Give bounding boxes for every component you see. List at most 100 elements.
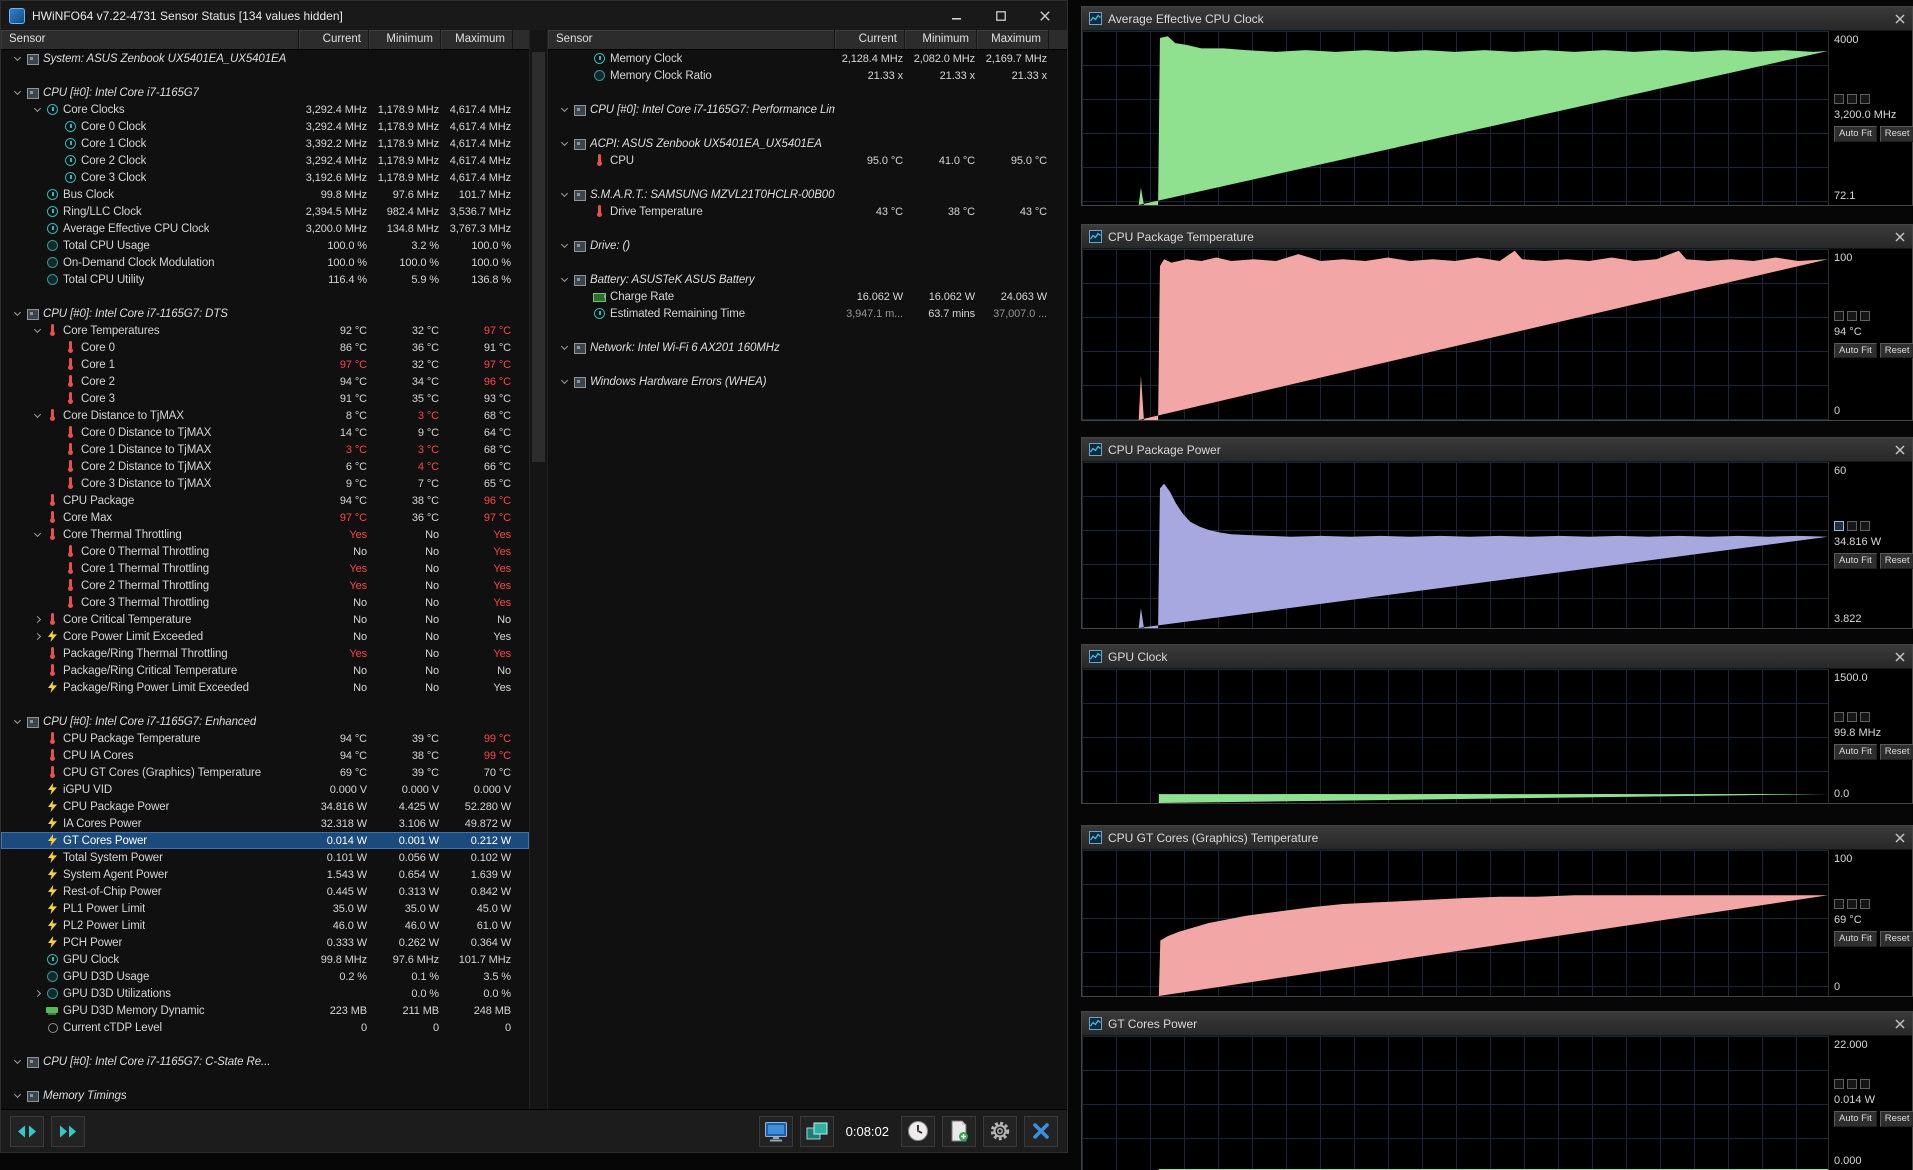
sensor-row[interactable]: CPU IA Cores94 °C38 °C99 °C: [1, 747, 529, 764]
sensor-row[interactable]: Core 3 Clock3,192.6 MHz1,178.9 MHz4,617.…: [1, 169, 529, 186]
sensor-group-row[interactable]: CPU [#0]: Intel Core i7-1165G7: Performa…: [548, 101, 1067, 118]
sensor-row[interactable]: GPU D3D Usage0.2 %0.1 %3.5 %: [1, 968, 529, 985]
collapse-chevron-icon[interactable]: [9, 1087, 25, 1104]
close-icon[interactable]: [1895, 445, 1905, 455]
close-sensors-button[interactable]: [1024, 1116, 1058, 1147]
sensor-windows-button[interactable]: [800, 1116, 834, 1147]
sensor-row[interactable]: Memory Clock Ratio21.33 x21.33 x21.33 x: [548, 67, 1067, 84]
sensor-group-row[interactable]: ACPI: ASUS Zenbook UX5401EA_UX5401EA: [548, 135, 1067, 152]
sensor-row[interactable]: Core 1 Thermal ThrottlingYesNoYes: [1, 560, 529, 577]
sensor-group-row[interactable]: Memory Timings: [1, 1087, 529, 1104]
sensor-row[interactable]: Package/Ring Critical TemperatureNoNoNo: [1, 662, 529, 679]
style-button[interactable]: [1860, 1079, 1870, 1089]
style-button[interactable]: [1860, 311, 1870, 321]
close-icon[interactable]: [1895, 14, 1905, 24]
sensor-row[interactable]: Core 2 Thermal ThrottlingYesNoYes: [1, 577, 529, 594]
column-headers[interactable]: Sensor Current Minimum Maximum: [548, 30, 1067, 50]
sensor-row[interactable]: Core 294 °C34 °C96 °C: [1, 373, 529, 390]
sensor-row[interactable]: CPU Package Power34.816 W4.425 W52.280 W: [1, 798, 529, 815]
graph-titlebar[interactable]: GPU Clock: [1082, 645, 1912, 669]
collapse-chevron-icon[interactable]: [29, 101, 45, 118]
sensor-row[interactable]: Core Temperatures92 °C32 °C97 °C: [1, 322, 529, 339]
sensor-group-row[interactable]: Network: Intel Wi-Fi 6 AX201 160MHz: [548, 339, 1067, 356]
sensor-row[interactable]: Ring/LLC Clock2,394.5 MHz982.4 MHz3,536.…: [1, 203, 529, 220]
minimize-button[interactable]: [935, 1, 979, 30]
close-icon[interactable]: [1895, 1019, 1905, 1029]
sensor-row[interactable]: Core 197 °C32 °C97 °C: [1, 356, 529, 373]
sensor-row[interactable]: Package/Ring Thermal ThrottlingYesNoYes: [1, 645, 529, 662]
sensor-row[interactable]: Core Critical TemperatureNoNoNo: [1, 611, 529, 628]
sensor-row[interactable]: Core 391 °C35 °C93 °C: [1, 390, 529, 407]
sensor-row[interactable]: Core 3 Thermal ThrottlingNoNoYes: [1, 594, 529, 611]
sensor-row[interactable]: Bus Clock99.8 MHz97.6 MHz101.7 MHz: [1, 186, 529, 203]
expand-chevron-icon[interactable]: [29, 985, 45, 1002]
sensor-group-row[interactable]: CPU [#0]: Intel Core i7-1165G7: [1, 84, 529, 101]
style-button[interactable]: [1847, 311, 1857, 321]
style-button[interactable]: [1847, 899, 1857, 909]
settings-button[interactable]: [983, 1116, 1017, 1147]
scrollbar-thumb[interactable]: [532, 52, 545, 462]
collapse-chevron-icon[interactable]: [9, 305, 25, 322]
sensor-row[interactable]: PL2 Power Limit46.0 W46.0 W61.0 W: [1, 917, 529, 934]
sensor-row[interactable]: Average Effective CPU Clock3,200.0 MHz13…: [1, 220, 529, 237]
collapse-chevron-icon[interactable]: [29, 526, 45, 543]
sensor-row[interactable]: PCH Power0.333 W0.262 W0.364 W: [1, 934, 529, 951]
auto-fit-button[interactable]: Auto Fit: [1834, 126, 1877, 141]
sensor-row[interactable]: Memory Clock2,128.4 MHz2,082.0 MHz2,169.…: [548, 50, 1067, 67]
sensor-group-row[interactable]: Drive: (): [548, 237, 1067, 254]
auto-fit-button[interactable]: Auto Fit: [1834, 553, 1877, 568]
column-header-current[interactable]: Current: [835, 30, 905, 49]
sensor-row[interactable]: Charge Rate16.062 W16.062 W24.063 W: [548, 288, 1067, 305]
remote-monitor-button[interactable]: [759, 1116, 793, 1147]
auto-fit-button[interactable]: Auto Fit: [1834, 343, 1877, 358]
sensor-row[interactable]: Core Power Limit ExceededNoNoYes: [1, 628, 529, 645]
sensor-row[interactable]: On-Demand Clock Modulation100.0 %100.0 %…: [1, 254, 529, 271]
sensor-row[interactable]: Core 0 Distance to TjMAX14 °C9 °C64 °C: [1, 424, 529, 441]
sensor-row[interactable]: CPU Package94 °C38 °C96 °C: [1, 492, 529, 509]
reset-button[interactable]: Reset: [1880, 744, 1913, 759]
sensor-row[interactable]: GPU D3D Utilizations0.0 %0.0 %: [1, 985, 529, 1002]
nav-back-button[interactable]: [10, 1116, 44, 1147]
reset-button[interactable]: Reset: [1880, 1111, 1913, 1126]
sensor-group-row[interactable]: System: ASUS Zenbook UX5401EA_UX5401EA: [1, 50, 529, 67]
graph-titlebar[interactable]: GT Cores Power: [1082, 1012, 1912, 1036]
sensor-row[interactable]: GPU D3D Memory Dynamic223 MB211 MB248 MB: [1, 1002, 529, 1019]
style-button[interactable]: [1847, 521, 1857, 531]
nav-forward-button[interactable]: [51, 1116, 85, 1147]
sensor-row[interactable]: Core 0 Thermal ThrottlingNoNoYes: [1, 543, 529, 560]
column-header-current[interactable]: Current: [299, 30, 369, 49]
collapse-chevron-icon[interactable]: [556, 135, 572, 152]
sensor-row[interactable]: Core 1 Clock3,392.2 MHz1,178.9 MHz4,617.…: [1, 135, 529, 152]
reset-button[interactable]: Reset: [1880, 931, 1913, 946]
report-button[interactable]: [942, 1116, 976, 1147]
style-button[interactable]: [1834, 521, 1844, 531]
reset-button[interactable]: Reset: [1880, 126, 1913, 141]
sensor-group-row[interactable]: Windows Hardware Errors (WHEA): [548, 373, 1067, 390]
graph-titlebar[interactable]: CPU Package Temperature: [1082, 225, 1912, 249]
column-header-sensor[interactable]: Sensor: [548, 30, 835, 49]
close-icon[interactable]: [1895, 232, 1905, 242]
style-button[interactable]: [1834, 1079, 1844, 1089]
style-button[interactable]: [1860, 521, 1870, 531]
sensor-row[interactable]: Total System Power0.101 W0.056 W0.102 W: [1, 849, 529, 866]
sensor-row[interactable]: Drive Temperature43 °C38 °C43 °C: [548, 203, 1067, 220]
collapse-chevron-icon[interactable]: [556, 101, 572, 118]
collapse-chevron-icon[interactable]: [556, 237, 572, 254]
collapse-chevron-icon[interactable]: [9, 50, 25, 67]
sensor-group-row[interactable]: CPU [#0]: Intel Core i7-1165G7: Enhanced: [1, 713, 529, 730]
style-button[interactable]: [1847, 1079, 1857, 1089]
style-button[interactable]: [1847, 94, 1857, 104]
collapse-chevron-icon[interactable]: [9, 713, 25, 730]
style-button[interactable]: [1834, 712, 1844, 722]
column-header-maximum[interactable]: Maximum: [977, 30, 1049, 49]
sensor-row[interactable]: Core Max97 °C36 °C97 °C: [1, 509, 529, 526]
graph-titlebar[interactable]: Average Effective CPU Clock: [1082, 7, 1912, 31]
column-header-sensor[interactable]: Sensor: [1, 30, 299, 49]
collapse-chevron-icon[interactable]: [556, 373, 572, 390]
style-button[interactable]: [1860, 94, 1870, 104]
sensor-row[interactable]: PL1 Power Limit35.0 W35.0 W45.0 W: [1, 900, 529, 917]
sensor-row[interactable]: Core 3 Distance to TjMAX9 °C7 °C65 °C: [1, 475, 529, 492]
sensor-row[interactable]: System Agent Power1.543 W0.654 W1.639 W: [1, 866, 529, 883]
sensor-row[interactable]: Total CPU Usage100.0 %3.2 %100.0 %: [1, 237, 529, 254]
style-button[interactable]: [1834, 311, 1844, 321]
